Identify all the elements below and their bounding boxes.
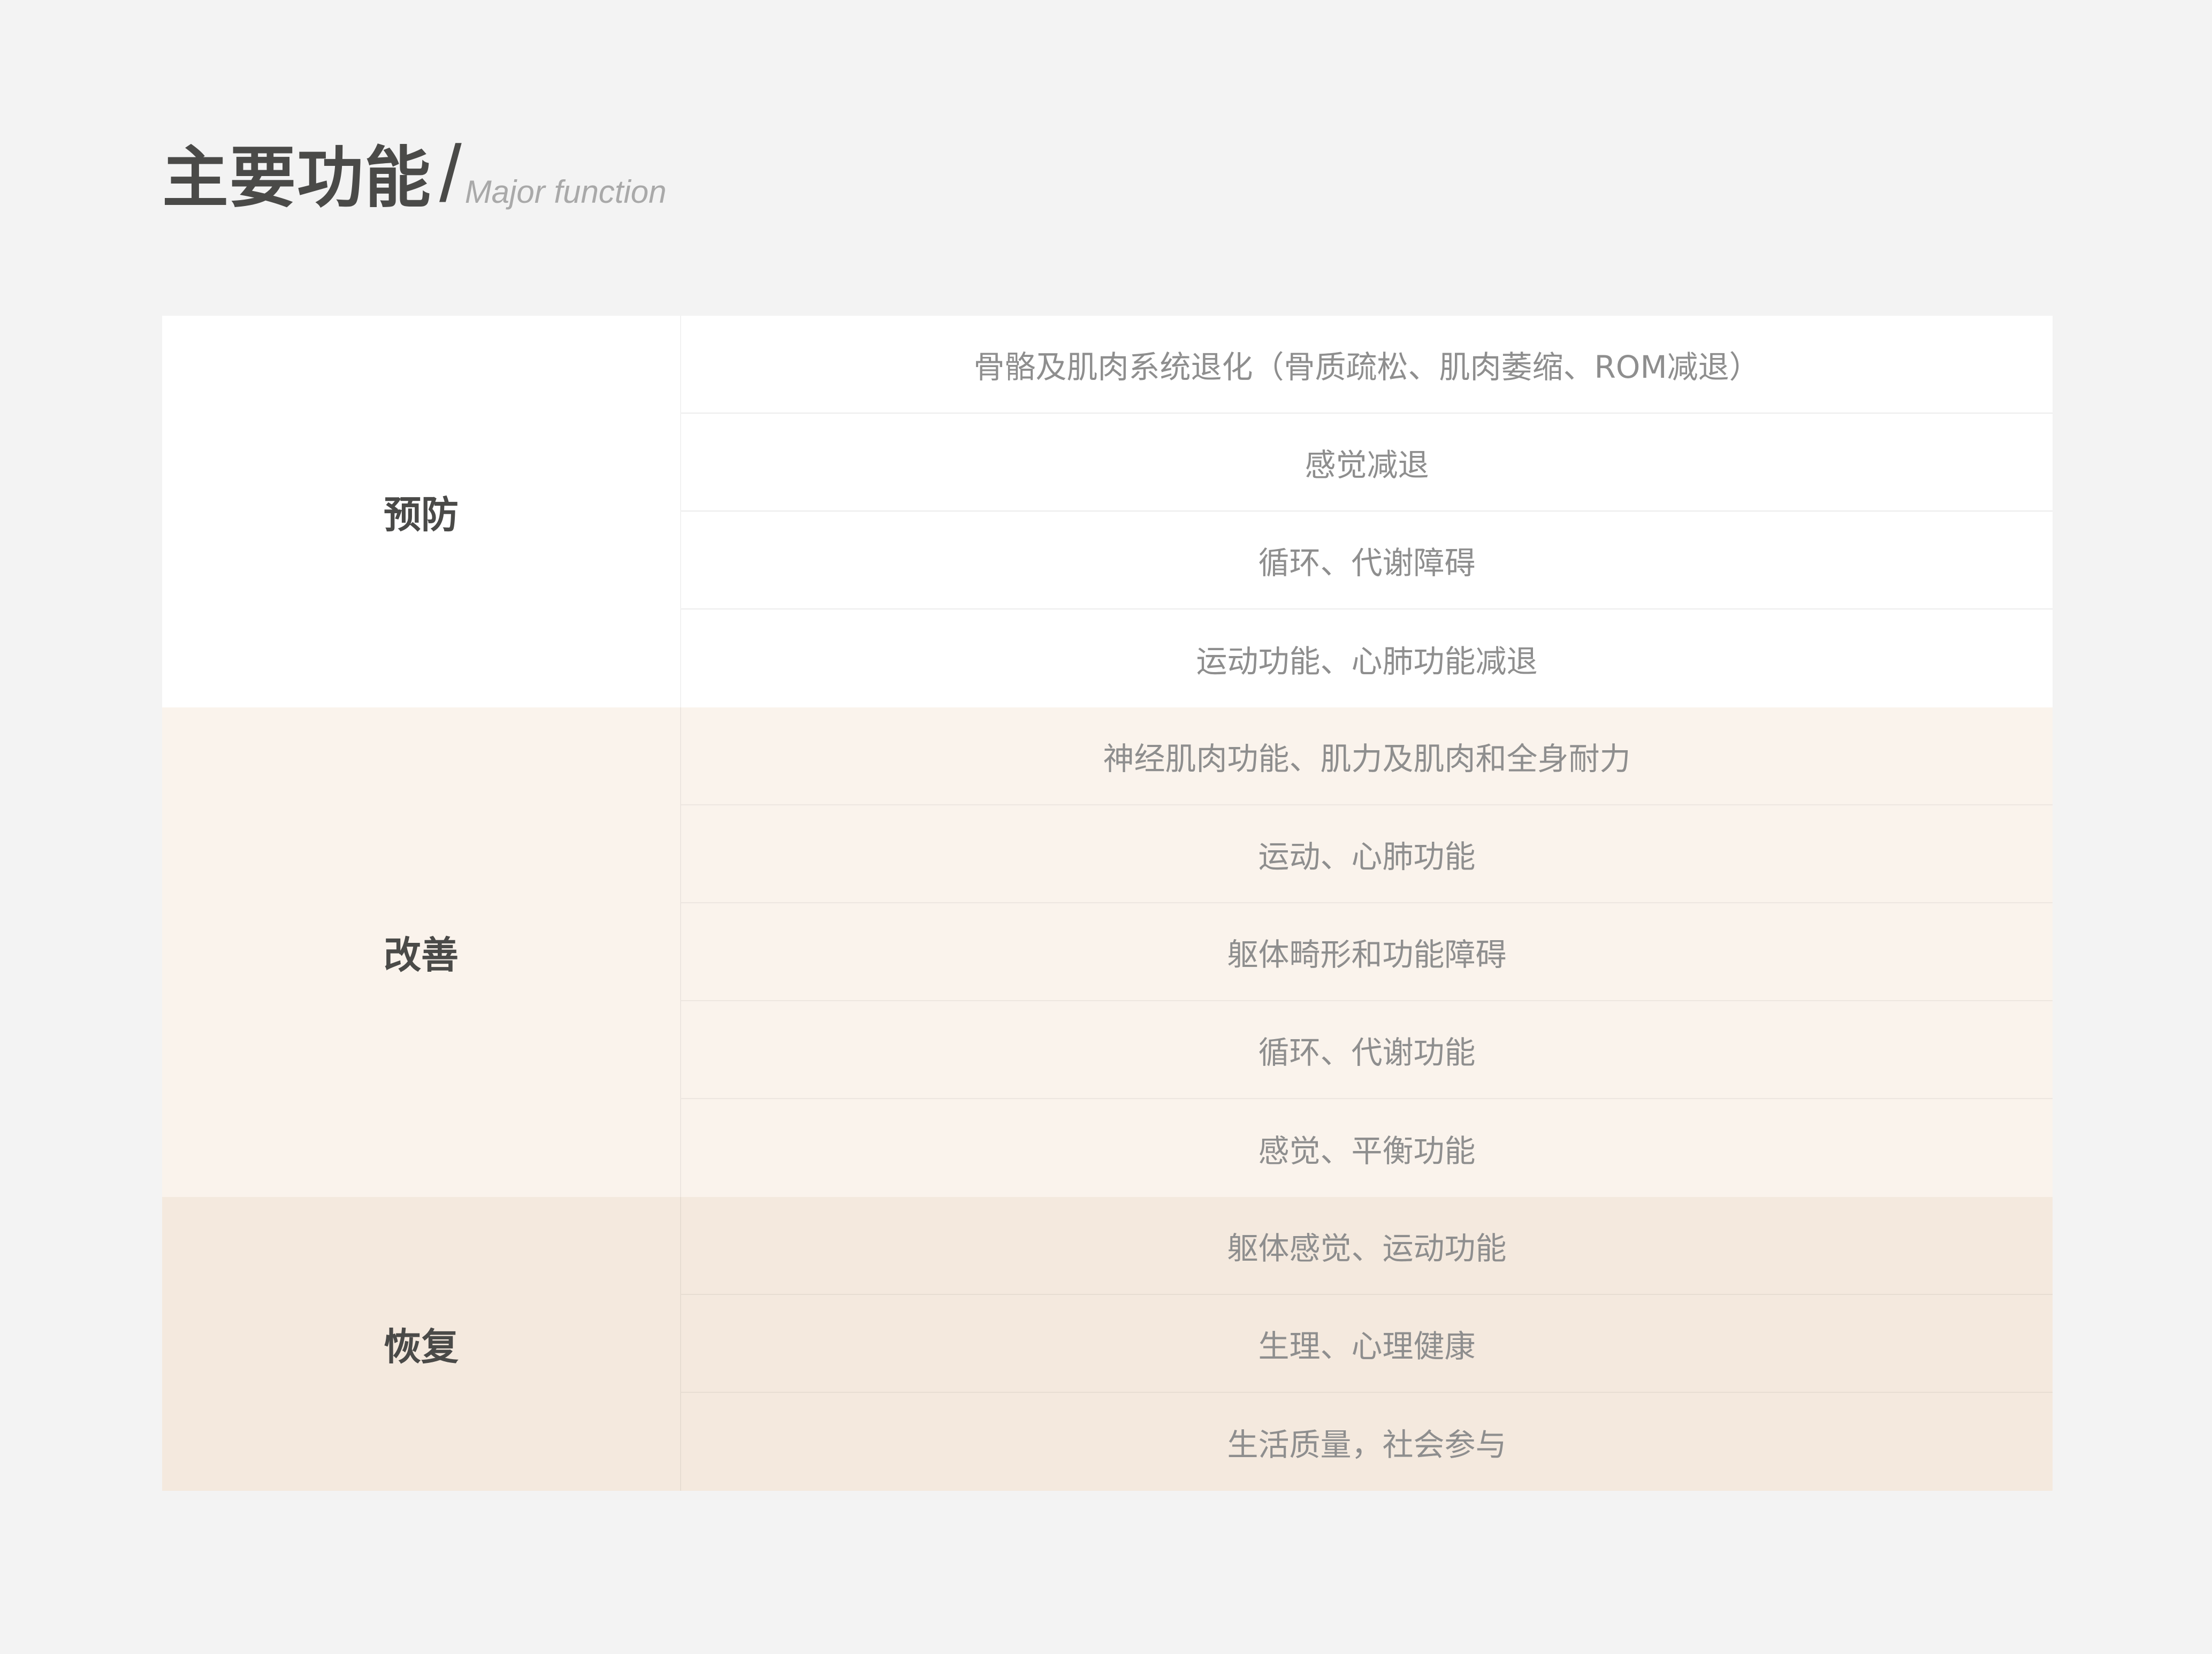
table-row: 感觉、平衡功能 [1258, 1132, 1476, 1169]
table-row: 生理、心理健康 [681, 1295, 2053, 1393]
table-row: 躯体感觉、运动功能 [681, 1197, 2053, 1295]
item-list: 骨骼及肌肉系统退化（骨质疏松、肌肉萎缩、ROM减退） 感觉减退 循环、代谢障碍 … [681, 316, 2053, 707]
table-row: 神经肌肉功能、肌力及肌肉和全身耐力 [681, 707, 2053, 805]
category-label: 恢复 [162, 1197, 681, 1491]
page-title: 主要功能 [162, 140, 432, 217]
table-row: 躯体畸形和功能障碍 [681, 903, 2053, 1001]
table-row: 感觉减退 [681, 414, 2053, 512]
group-improvement: 改善 神经肌肉功能、肌力及肌肉和全身耐力 运动、心肺功能 躯体畸形和功能障碍 循… [162, 707, 2053, 1197]
table-row: 循环、代谢功能 [681, 1001, 2053, 1099]
table-row: 生活质量，社会参与 [1227, 1426, 1507, 1463]
page-header: 主要功能 / Major function [162, 126, 667, 218]
group-recovery: 恢复 躯体感觉、运动功能 生理、心理健康 生活质量，社会参与 [162, 1197, 2053, 1491]
title-divider: / [439, 128, 462, 218]
page-subtitle: Major function [464, 174, 667, 210]
category-label: 预防 [162, 316, 681, 707]
table-row: 运动、心肺功能 [681, 805, 2053, 903]
table-row: 运动功能、心肺功能减退 [1196, 643, 1538, 680]
category-label: 改善 [162, 707, 681, 1197]
table-row: 骨骼及肌肉系统退化（骨质疏松、肌肉萎缩、ROM减退） [681, 316, 2053, 414]
function-table: 预防 骨骼及肌肉系统退化（骨质疏松、肌肉萎缩、ROM减退） 感觉减退 循环、代谢… [162, 316, 2053, 1491]
item-list: 神经肌肉功能、肌力及肌肉和全身耐力 运动、心肺功能 躯体畸形和功能障碍 循环、代… [681, 707, 2053, 1197]
table-row: 循环、代谢障碍 [681, 512, 2053, 609]
group-prevention: 预防 骨骼及肌肉系统退化（骨质疏松、肌肉萎缩、ROM减退） 感觉减退 循环、代谢… [162, 316, 2053, 707]
item-list: 躯体感觉、运动功能 生理、心理健康 生活质量，社会参与 [681, 1197, 2053, 1491]
